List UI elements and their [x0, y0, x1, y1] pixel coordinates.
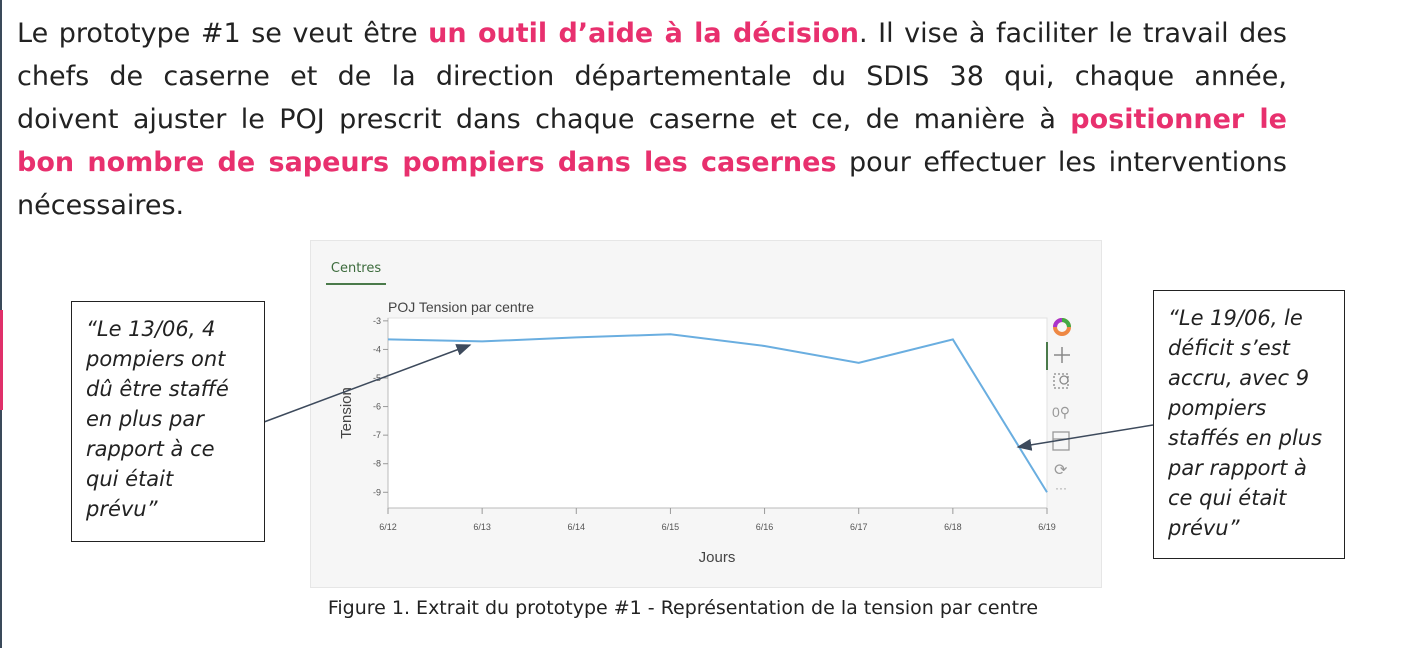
paragraph-text: chefs de caserne et de la direction dépa… — [17, 61, 1287, 92]
left-callout: “Le 13/06, 4 pompiers ont dû être staffé… — [71, 301, 265, 542]
figure-caption: Figure 1. Extrait du prototype #1 - Repr… — [327, 597, 1039, 619]
page-edge-marker — [0, 310, 3, 410]
paragraph-line: bon nombre de sapeurs pompiers dans les … — [17, 141, 1287, 184]
tab-centres[interactable]: Centres — [326, 257, 386, 285]
paragraph-text: pour effectuer les interventions — [836, 147, 1287, 178]
paragraph-text: doivent ajuster le POJ prescrit dans cha… — [17, 104, 1071, 135]
highlighted-text: positionner le — [1070, 104, 1287, 135]
intro-paragraph: Le prototype #1 se veut être un outil d’… — [17, 12, 1287, 227]
paragraph-line: nécessaires. — [17, 184, 1287, 227]
highlighted-text: bon nombre de sapeurs pompiers dans les … — [17, 147, 837, 178]
paragraph-line: Le prototype #1 se veut être un outil d’… — [17, 12, 1287, 55]
paragraph-text: . Il vise à faciliter le travail des — [859, 18, 1287, 49]
right-callout: “Le 19/06, le déficit s’est accru, avec … — [1153, 290, 1345, 559]
highlighted-text: un outil d’aide à la décision — [428, 18, 860, 49]
paragraph-line: doivent ajuster le POJ prescrit dans cha… — [17, 98, 1287, 141]
paragraph-text: Le prototype #1 se veut être — [17, 18, 429, 49]
paragraph-text: nécessaires. — [17, 190, 185, 221]
prototype-panel — [310, 240, 1102, 588]
paragraph-line: chefs de caserne et de la direction dépa… — [17, 55, 1287, 98]
